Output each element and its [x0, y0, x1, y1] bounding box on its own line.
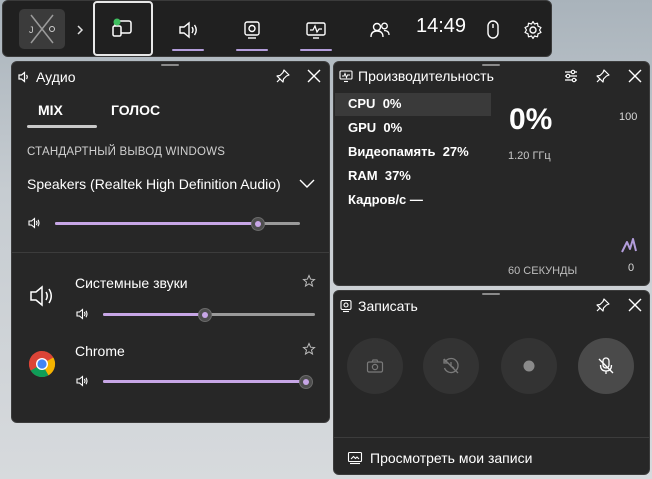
- metric-gpu[interactable]: GPU 0%: [348, 120, 402, 135]
- record-last-30s-button[interactable]: [423, 338, 479, 394]
- chrome-icon: [28, 350, 56, 378]
- pin-icon[interactable]: [595, 297, 611, 313]
- pin-icon[interactable]: [595, 68, 611, 84]
- screenshot-button[interactable]: [347, 338, 403, 394]
- cpu-big-value: 0%: [509, 103, 553, 136]
- close-icon[interactable]: [627, 297, 643, 313]
- speaker-icon: [17, 70, 31, 84]
- performance-title: Производительность: [358, 68, 494, 84]
- clock: 14:49: [416, 15, 467, 37]
- graph-min-label: 0: [628, 262, 635, 274]
- capture-widget-icon[interactable]: [239, 17, 265, 43]
- slider-thumb[interactable]: [251, 216, 266, 231]
- graph-time-window: 60 СЕКУНДЫ: [508, 265, 578, 277]
- monitor-chart-icon: [339, 69, 353, 83]
- slider-thumb[interactable]: [299, 374, 313, 389]
- gallery-icon: [347, 450, 363, 466]
- record-history-off-icon: [443, 357, 459, 374]
- favorite-star-icon[interactable]: [302, 342, 316, 356]
- performance-widget-icon[interactable]: [303, 17, 329, 43]
- metric-fps[interactable]: Кадров/с —: [348, 192, 423, 207]
- svg-text:J: J: [29, 25, 34, 35]
- camera-icon: [366, 359, 384, 373]
- slider-fill: [103, 380, 306, 383]
- capture-active-indicator: [236, 49, 268, 51]
- system-sounds-icon: [28, 282, 56, 310]
- close-icon[interactable]: [306, 68, 322, 84]
- close-icon[interactable]: [627, 68, 643, 84]
- chevron-down-icon[interactable]: [298, 176, 316, 190]
- capture-icon: [339, 299, 353, 313]
- widget-menu-button[interactable]: [93, 1, 153, 56]
- game-bar-top: J 14:49: [2, 0, 552, 57]
- avatar[interactable]: J: [19, 9, 65, 49]
- output-device-dropdown[interactable]: Speakers (Realtek High Definition Audio): [27, 176, 281, 192]
- start-recording-button[interactable]: [501, 338, 557, 394]
- audio-title: Аудио: [36, 69, 76, 85]
- chevron-right-icon[interactable]: [67, 17, 93, 43]
- output-section-label: СТАНДАРТНЫЙ ВЫВОД WINDOWS: [27, 146, 226, 158]
- app-name-chrome: Chrome: [75, 343, 125, 359]
- slider-fill: [103, 313, 205, 316]
- app-name-system-sounds: Системные звуки: [75, 275, 188, 291]
- mic-toggle-button[interactable]: [578, 338, 634, 394]
- settings-gear-icon[interactable]: [520, 17, 546, 43]
- slider-thumb[interactable]: [197, 307, 212, 322]
- capture-divider: [334, 437, 649, 438]
- favorite-star-icon[interactable]: [302, 274, 316, 288]
- performance-active-indicator: [300, 49, 332, 51]
- mic-off-icon: [598, 357, 614, 374]
- system-sounds-volume-icon: [75, 307, 89, 321]
- pin-icon[interactable]: [275, 68, 291, 84]
- view-recordings-link[interactable]: Просмотреть мои записи: [370, 450, 532, 466]
- capture-drag-handle[interactable]: [482, 293, 500, 295]
- performance-drag-handle[interactable]: [482, 64, 500, 66]
- social-widget-icon[interactable]: [367, 17, 393, 43]
- slider-fill: [55, 222, 259, 225]
- metric-vram[interactable]: Видеопамять 27%: [348, 144, 469, 159]
- performance-metrics-list: CPU 0% GPU 0% Видеопамять 27% RAM 37% Ка…: [335, 93, 491, 218]
- tab-voice[interactable]: ГОЛОС: [111, 102, 160, 118]
- graph-spark-icon: [620, 236, 638, 254]
- audio-drag-handle[interactable]: [161, 64, 179, 66]
- master-volume-icon: [27, 216, 41, 230]
- chrome-volume-icon: [75, 374, 89, 388]
- audio-active-indicator: [172, 49, 204, 51]
- tab-active-underline: [27, 125, 97, 128]
- audio-widget-icon[interactable]: [175, 17, 201, 43]
- options-sliders-icon[interactable]: [563, 68, 579, 84]
- capture-title: Записать: [358, 298, 418, 314]
- mouse-icon[interactable]: [480, 17, 506, 43]
- metric-cpu[interactable]: CPU 0%: [348, 96, 401, 111]
- cpu-frequency: 1.20 ГГц: [508, 150, 551, 162]
- record-dot-icon: [523, 360, 535, 372]
- graph-max-label: 100: [619, 111, 638, 123]
- metric-ram[interactable]: RAM 37%: [348, 168, 411, 183]
- audio-divider: [12, 252, 329, 253]
- tab-mix[interactable]: MIX: [38, 102, 63, 118]
- widget-menu-icon: [112, 18, 132, 37]
